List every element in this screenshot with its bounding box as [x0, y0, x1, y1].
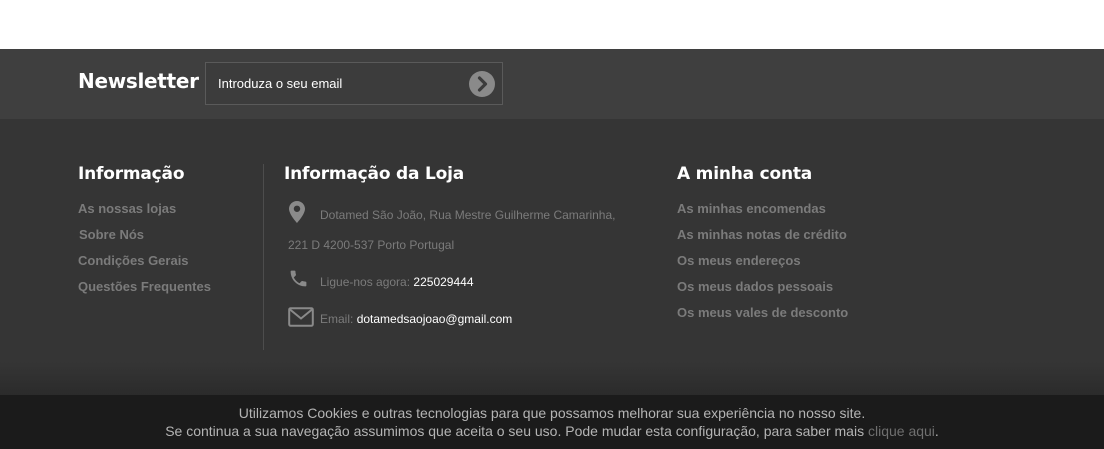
cookie-more-link[interactable]: clique aqui [868, 423, 935, 439]
column-divider [263, 164, 264, 350]
email-row: Email: dotamedsaojoao@gmail.com [320, 312, 512, 326]
link-sobre-nos[interactable]: Sobre Nós [79, 227, 144, 242]
store-column-title: Informação da Loja [284, 164, 464, 184]
cookie-banner: Utilizamos Cookies e outras tecnologias … [0, 395, 1104, 449]
phone-icon [290, 270, 307, 287]
email-link[interactable]: dotamedsaojoao@gmail.com [357, 312, 513, 326]
newsletter-title: Newsletter [78, 69, 199, 93]
link-notas-credito[interactable]: As minhas notas de crédito [677, 227, 847, 242]
footer-main: Informação As nossas lojas Sobre Nós Con… [0, 119, 1104, 395]
page-top-area [0, 0, 1104, 49]
link-nossas-lojas[interactable]: As nossas lojas [78, 201, 176, 216]
phone-number[interactable]: 225029444 [413, 275, 473, 289]
link-meus-enderecos[interactable]: Os meus endereços [677, 253, 801, 268]
email-label: Email: [320, 312, 354, 326]
link-condicoes-gerais[interactable]: Condições Gerais [78, 253, 189, 268]
cookie-message-line2: Se continua a sua navegação assumimos qu… [0, 422, 1104, 441]
link-dados-pessoais[interactable]: Os meus dados pessoais [677, 279, 833, 294]
info-column-title: Informação [78, 164, 185, 184]
account-column-title: A minha conta [677, 164, 813, 184]
newsletter-bar: Newsletter [0, 49, 1104, 119]
newsletter-form [205, 62, 503, 105]
cookie-trailing-dot: . [934, 423, 939, 439]
link-vales-desconto[interactable]: Os meus vales de desconto [677, 305, 848, 320]
envelope-icon [288, 307, 314, 327]
chevron-right-circle-icon [477, 76, 488, 92]
store-address-line2: 221 D 4200-537 Porto Portugal [288, 238, 455, 252]
cookie-message-line1: Utilizamos Cookies e outras tecnologias … [238, 405, 866, 421]
cookie-message-text: Se continua a sua navegação assumimos qu… [165, 423, 865, 439]
map-pin-icon [289, 201, 305, 223]
store-address-line1: Dotamed São João, Rua Mestre Guilherme C… [320, 208, 616, 222]
newsletter-email-input[interactable] [206, 63, 456, 104]
newsletter-submit-button[interactable] [469, 71, 495, 97]
link-questoes-frequentes[interactable]: Questões Frequentes [78, 279, 211, 294]
phone-label: Ligue-nos agora: [320, 275, 411, 289]
link-minhas-encomendas[interactable]: As minhas encomendas [677, 201, 826, 216]
phone-row: Ligue-nos agora: 225029444 [320, 275, 474, 289]
